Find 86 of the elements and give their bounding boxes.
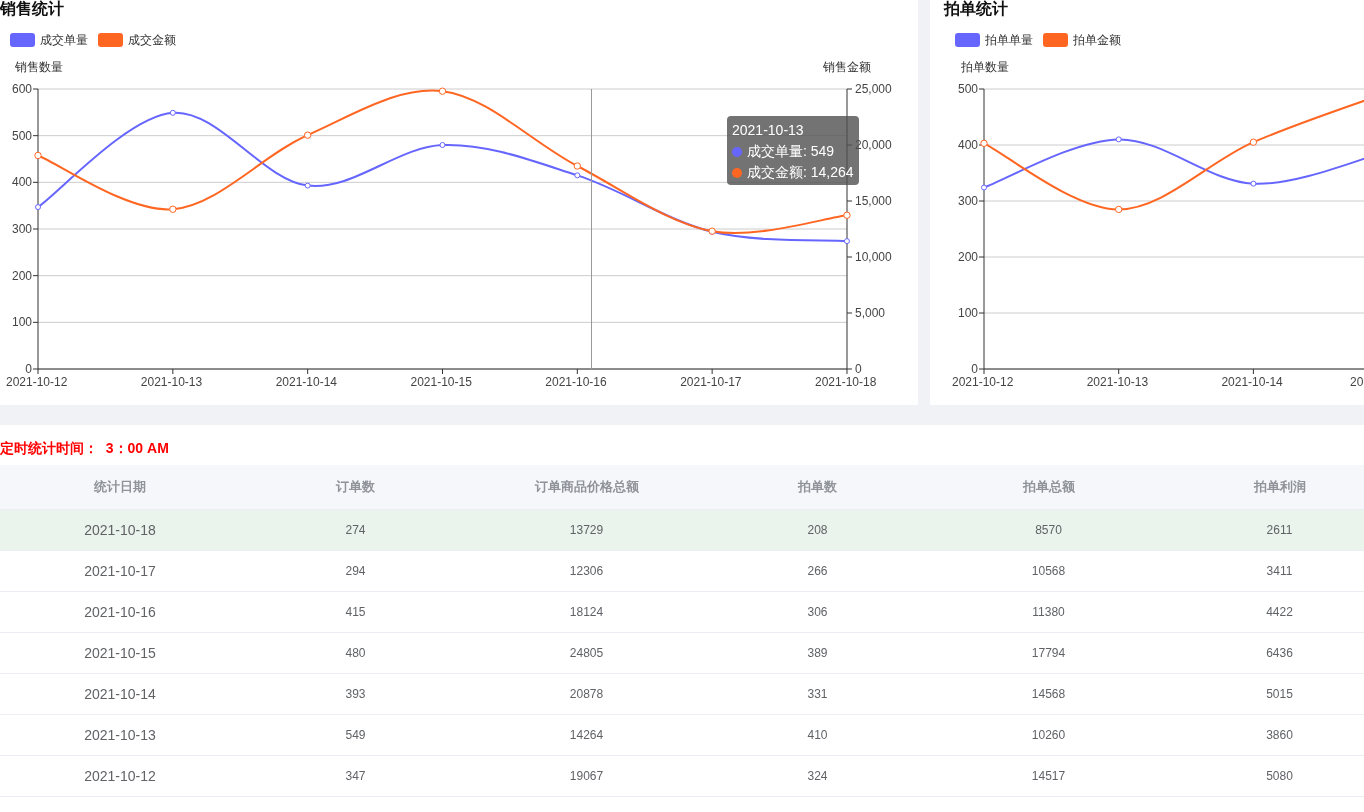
table-cell-text: 5015: [1265, 687, 1294, 701]
axis-tick-label: 2021-10-14: [1221, 375, 1283, 389]
chart-title: 拍单统计: [944, 0, 1009, 19]
axis-tick-label: 500: [957, 82, 978, 96]
axis-tick-label: 2021-10-12: [952, 375, 1014, 389]
axis-tick-label: 200: [11, 268, 32, 283]
axis-tick-label: 2021-10-17: [680, 375, 742, 389]
table-cell-text: 294: [344, 564, 367, 578]
axis-tick-label: 0: [971, 362, 978, 376]
axis-tick-label: 15,000: [855, 194, 892, 208]
table-cell-text: 10568: [1030, 564, 1067, 578]
table-cell-text: 2611: [1265, 523, 1294, 537]
axis-title: 拍单数量: [961, 60, 1009, 74]
axis-tick-label: 400: [957, 138, 978, 152]
table-cell-text: 14264: [568, 728, 605, 742]
table-cell-text: 3860: [1265, 728, 1294, 742]
column-header: 统计日期: [93, 478, 147, 496]
axis-tick-label: 200: [957, 250, 978, 264]
table-cell-text: 2021-10-15: [83, 645, 157, 661]
table-cell-text: 12306: [568, 564, 605, 578]
table-cell-text: 11380: [1031, 605, 1066, 619]
axis-tick-label: 2021-10-15: [410, 375, 472, 389]
table-cell-text: 10260: [1030, 728, 1067, 742]
axis-tick-label: 2021-10-13: [140, 375, 203, 389]
table-cell-text: 415: [344, 605, 367, 619]
table-cell-text: 18124: [568, 605, 605, 619]
table-cell-text: 266: [806, 564, 829, 578]
axis-tick-label: 500: [11, 128, 32, 143]
table-cell-text: 274: [344, 523, 367, 537]
chart-title: 销售统计: [0, 0, 65, 19]
axis-tick-label: 100: [957, 306, 978, 320]
table-cell-text: 208: [806, 523, 829, 537]
axis-title: 销售金额: [823, 60, 871, 74]
table-cell-text: 4422: [1265, 605, 1294, 619]
axis-tick-label: 10,000: [855, 250, 892, 264]
table-cell-text: 2021-10-18: [83, 522, 157, 538]
axis-tick-label: 2021-10-13: [1086, 375, 1149, 389]
column-header: 拍单数: [796, 478, 838, 496]
column-header: 拍单总额: [1021, 478, 1076, 496]
table-cell-text: 331: [806, 687, 829, 701]
axis-tick-label: 2021-10-16: [545, 375, 607, 389]
axis-tick-label: 2021-10-12: [6, 375, 68, 389]
axis-tick-label: 300: [11, 222, 32, 236]
schedule-time-note: 定时统计时间： 3：00 AM: [0, 439, 170, 458]
table-cell-text: 2021-10-17: [83, 563, 157, 579]
table-cell-text: 17794: [1030, 646, 1067, 660]
table-cell-text: 2021-10-13: [83, 727, 157, 743]
table-cell-text: 306: [806, 605, 829, 619]
table-cell-text: 24805: [568, 646, 605, 660]
column-header: 订单商品价格总额: [533, 478, 640, 496]
table-cell-text: 324: [806, 769, 829, 783]
axis-tick-label: 25,000: [855, 82, 892, 96]
table-cell-text: 2021-10-12: [83, 768, 157, 784]
table-cell-text: 549: [344, 728, 367, 742]
axis-tick-label: 0: [25, 362, 32, 376]
axis-tick-label: 400: [11, 175, 32, 190]
table-cell-text: 8570: [1034, 523, 1063, 537]
axis-tick-label: 20: [1350, 375, 1364, 389]
table-cell-text: 13729: [568, 523, 605, 537]
table-cell-text: 19067: [568, 769, 605, 783]
axis-tick-label: 600: [11, 82, 32, 96]
table-cell-text: 389: [806, 646, 829, 660]
axis-title: 销售数量: [15, 60, 63, 74]
column-header: 拍单利润: [1252, 478, 1307, 496]
tooltip-value: 成交单量: 549: [747, 142, 835, 161]
tooltip-title: 2021-10-13: [732, 121, 805, 140]
table-cell-text: 410: [806, 728, 829, 742]
table-cell-text: 14517: [1030, 769, 1067, 783]
table-cell-text: 347: [344, 769, 367, 783]
column-header: 订单数: [335, 478, 376, 496]
axis-tick-label: 300: [957, 194, 978, 208]
axis-tick-label: 2021-10-18: [815, 375, 877, 389]
axis-tick-label: 0: [855, 362, 862, 376]
table-cell-text: 5080: [1265, 769, 1294, 783]
table-cell-text: 3411: [1265, 564, 1294, 578]
table-cell-text: 393: [344, 687, 367, 701]
table-cell-text: 6436: [1265, 646, 1294, 660]
table-cell-text: 2021-10-14: [83, 686, 157, 702]
table-cell-text: 2021-10-16: [83, 604, 157, 620]
axis-tick-label: 2021-10-14: [275, 375, 338, 389]
table-cell-text: 480: [344, 646, 367, 660]
table-cell-text: 20878: [568, 687, 605, 701]
axis-tick-label: 5,000: [855, 306, 886, 320]
table-cell-text: 14568: [1030, 687, 1067, 701]
tooltip-value: 成交金额: 14,264: [747, 163, 854, 182]
axis-tick-label: 100: [11, 315, 32, 330]
